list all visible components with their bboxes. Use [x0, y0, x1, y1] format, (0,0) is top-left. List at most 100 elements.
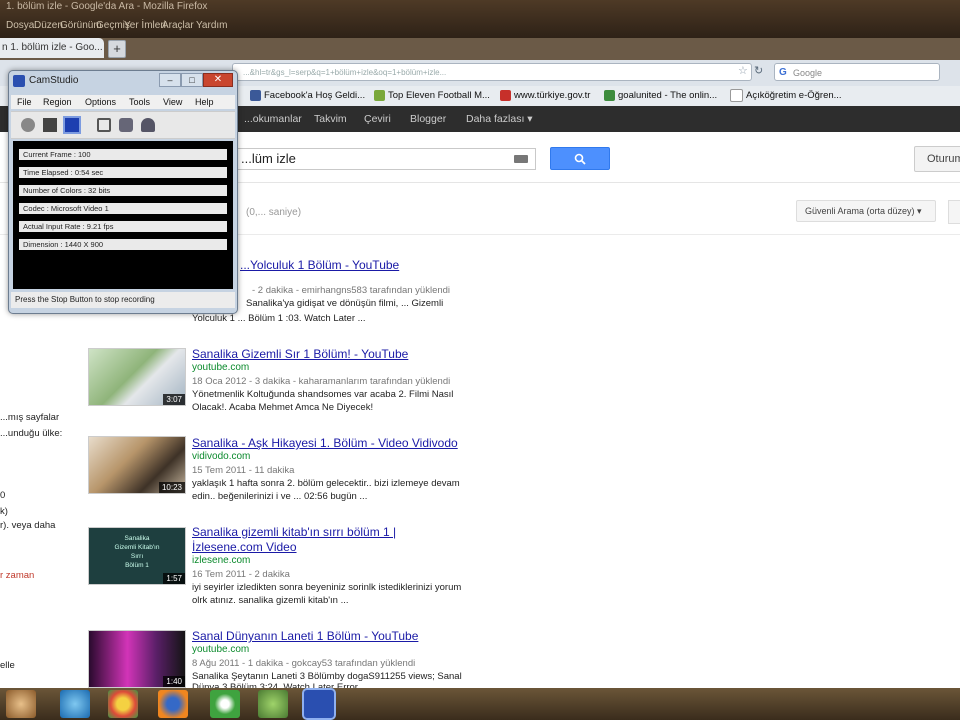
menu-araclar[interactable]: Araçlar: [162, 20, 194, 31]
sidebar-text[interactable]: r zaman: [0, 570, 34, 581]
camstudio-menubar: File Region Options Tools View Help: [11, 95, 235, 109]
sidebar-text[interactable]: r). veya daha: [0, 520, 55, 531]
video-thumbnail[interactable]: 3:07: [88, 348, 186, 406]
region-icon[interactable]: [97, 118, 111, 132]
utorrent-icon[interactable]: [210, 690, 240, 718]
internet-explorer-icon[interactable]: [60, 690, 90, 718]
thumbnail-text: Sanalika Gizemli Kitab'ın Sırrı Bölüm 1: [89, 534, 185, 570]
reload-icon[interactable]: ↻: [754, 64, 763, 77]
menu-dosya[interactable]: Dosya: [6, 20, 34, 31]
stat-colors: Number of Colors : 32 bits: [19, 185, 227, 196]
menu-yardim[interactable]: Yardım: [196, 20, 228, 31]
video-thumbnail[interactable]: 10:23: [88, 436, 186, 494]
maximize-button[interactable]: □: [181, 73, 203, 87]
result-url: vidivodo.com: [192, 451, 251, 462]
record-icon[interactable]: [21, 118, 35, 132]
result-title[interactable]: Sanalika gizemli kitab'ın sırrı bölüm 1 …: [192, 525, 396, 539]
bookmark-goalunited[interactable]: goalunited - The onlin...: [604, 88, 717, 104]
result-snippet: Yolculuk 1 ... Bölüm 1 :03. Watch Later …: [192, 313, 366, 324]
bookmark-label: www.türkiye.gov.tr: [514, 90, 591, 101]
cam-menu-region[interactable]: Region: [43, 97, 72, 107]
gbar-translate[interactable]: Çeviri: [364, 113, 391, 125]
address-bar[interactable]: ...&hl=tr&gs_l=serp&q=1+bölüm+izle&oq=1+…: [232, 63, 752, 81]
gbar-more[interactable]: Daha fazlası ▾: [466, 113, 533, 125]
cam-menu-help[interactable]: Help: [195, 97, 214, 107]
result-stats: (0,... saniye): [246, 207, 302, 218]
gbar-blogger[interactable]: Blogger: [410, 113, 446, 125]
gbar-calendar[interactable]: Takvim: [314, 113, 347, 125]
minimize-button[interactable]: –: [159, 73, 181, 87]
bookmark-top-eleven[interactable]: Top Eleven Football M...: [374, 88, 490, 104]
video-thumbnail[interactable]: Sanalika Gizemli Kitab'ın Sırrı Bölüm 1 …: [88, 527, 186, 585]
video-duration: 10:23: [158, 482, 185, 493]
video-thumbnail[interactable]: 1:40: [88, 630, 186, 688]
camstudio-logo-icon: [13, 75, 25, 87]
result-title[interactable]: Sanalika Gizemli Sır 1 Bölüm! - YouTube: [192, 347, 408, 361]
camstudio-statusbar: Press the Stop Button to stop recording: [11, 292, 235, 308]
result-title[interactable]: Sanalika - Aşk Hikayesi 1. Bölüm - Video…: [192, 436, 458, 450]
stat-input-rate: Actual Input Rate : 9.21 fps: [19, 221, 227, 232]
camstudio-toolbar: [11, 111, 235, 139]
recording-stats-panel: Current Frame : 100 Time Elapsed : 0:54 …: [13, 141, 233, 289]
goalunited-icon: [604, 89, 615, 101]
copy-icon[interactable]: [119, 118, 133, 132]
sidebar-text[interactable]: 0: [0, 490, 5, 501]
top-eleven-icon: [374, 89, 385, 101]
bookmark-label: Facebook'a Hoş Geldi...: [264, 90, 366, 101]
facebook-icon: [250, 89, 261, 101]
pause-icon[interactable]: [43, 118, 57, 132]
camstudio-titlebar[interactable]: CamStudio – □ ✕: [9, 71, 237, 91]
settings-button[interactable]: [948, 200, 960, 224]
camstudio-window[interactable]: CamStudio – □ ✕ File Region Options Tool…: [8, 70, 238, 314]
result-snippet: Olacak!. Acaba Mehmet Amca Ne Diyecek!: [192, 402, 374, 413]
stat-current-frame: Current Frame : 100: [19, 149, 227, 160]
window-title: 1. bölüm izle - Google'da Ara - Mozilla …: [6, 1, 208, 12]
start-orb-icon[interactable]: [6, 690, 36, 718]
result-title[interactable]: ...Yolculuk 1 Bölüm - YouTube: [240, 258, 399, 272]
bookmark-acikogretim[interactable]: Açıköğretim e-Öğren...: [730, 88, 842, 104]
sidebar-text[interactable]: ...mış sayfalar: [0, 412, 59, 423]
cam-menu-view[interactable]: View: [163, 97, 182, 107]
result-snippet: edin.. beğenilerinizi i ve ... 02:56 bug…: [192, 491, 368, 502]
tab-search[interactable]: n 1. bölüm izle - Goo...: [0, 38, 104, 58]
search-input[interactable]: ...lüm izle: [230, 148, 536, 170]
sign-in-button[interactable]: Oturum: [914, 146, 960, 172]
keyboard-icon[interactable]: [514, 155, 528, 163]
search-placeholder: Google: [793, 68, 823, 78]
result-url: youtube.com: [192, 644, 250, 655]
result-meta: 16 Tem 2011 - 2 dakika: [192, 569, 290, 580]
thumbnail-line: Gizemli Kitab'ın: [114, 544, 160, 551]
result-title[interactable]: Sanal Dünyanın Laneti 1 Bölüm - YouTube: [192, 629, 418, 643]
cam-menu-file[interactable]: File: [17, 97, 32, 107]
browser-search-box[interactable]: G Google: [774, 63, 940, 81]
cam-menu-tools[interactable]: Tools: [129, 97, 150, 107]
chrome-icon[interactable]: [108, 690, 138, 718]
thumbnail-line: Sırrı: [130, 553, 144, 560]
sidebar-text[interactable]: k): [0, 506, 8, 517]
sidebar-text[interactable]: elle: [0, 660, 15, 671]
network-icon[interactable]: [258, 690, 288, 718]
close-button[interactable]: ✕: [203, 73, 233, 87]
result-meta: 18 Oca 2012 - 3 dakika - kaharamanlarım …: [192, 376, 451, 387]
bookmark-turkiye-gov[interactable]: www.türkiye.gov.tr: [500, 88, 590, 104]
page-icon: [730, 88, 743, 102]
annotation-icon[interactable]: [141, 118, 155, 132]
new-tab-button[interactable]: +: [108, 40, 126, 58]
safesearch-dropdown[interactable]: Güvenli Arama (orta düzey) ▾: [796, 200, 936, 222]
thumbnail-line: Bölüm 1: [125, 562, 149, 569]
stop-icon[interactable]: [63, 116, 81, 134]
result-meta: 15 Tem 2011 - 11 dakika: [192, 465, 295, 476]
sidebar-text[interactable]: ...unduğu ülke:: [0, 428, 62, 439]
cam-menu-options[interactable]: Options: [85, 97, 116, 107]
bookmark-star-icon[interactable]: ☆: [738, 64, 748, 77]
video-duration: 1:57: [163, 573, 185, 584]
firefox-icon[interactable]: [158, 690, 188, 718]
search-button[interactable]: [550, 147, 610, 170]
camstudio-icon[interactable]: [302, 688, 336, 720]
gbar-documents[interactable]: ...okumanlar: [244, 113, 302, 125]
menu-duzen[interactable]: Düzen: [34, 20, 63, 31]
bookmark-facebook[interactable]: Facebook'a Hoş Geldi...: [250, 88, 365, 104]
menu-yer-imleri[interactable]: Yer İmleri: [124, 20, 166, 31]
result-snippet: Sanalika'ya gidişat ve dönüşün filmi, ..…: [246, 298, 444, 309]
result-title-line2[interactable]: İzlesene.com Video: [192, 540, 297, 554]
